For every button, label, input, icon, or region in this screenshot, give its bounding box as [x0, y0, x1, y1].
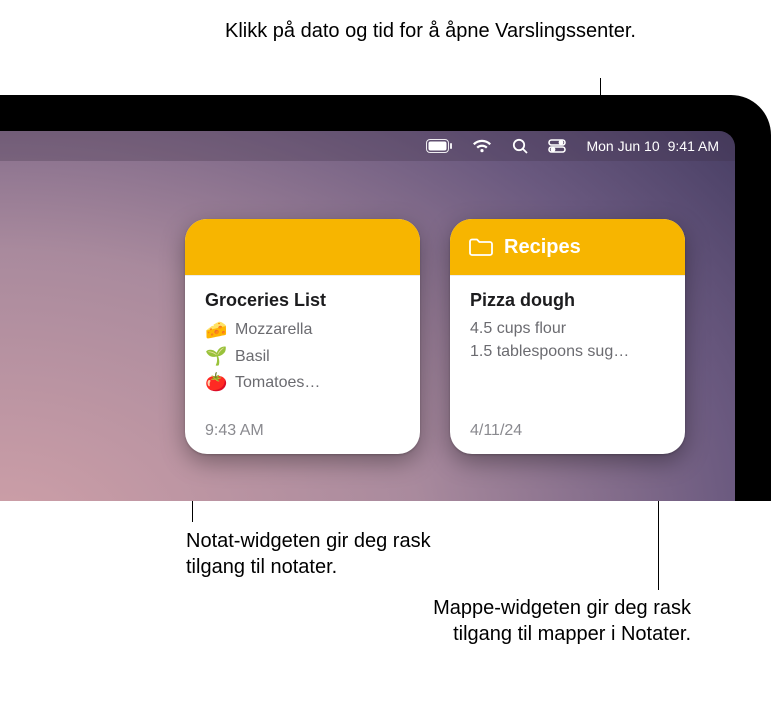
note-item: 🧀 Mozzarella	[205, 317, 400, 343]
callout-clock: Klikk på dato og tid for å åpne Varsling…	[216, 18, 636, 44]
menubar-time: 9:41 AM	[668, 138, 719, 154]
desktop: Mon Jun 10 9:41 AM Groceries List 🧀 Mozz…	[0, 131, 735, 501]
search-icon[interactable]	[512, 138, 528, 154]
note-item: 🌱 Basil	[205, 343, 400, 369]
note-widget-body: Groceries List 🧀 Mozzarella 🌱 Basil 🍅 To…	[185, 275, 420, 454]
callout-note-widget: Notat-widgeten gir deg rask tilgang til …	[186, 528, 486, 580]
folder-note-text: 4.5 cups flour	[470, 317, 566, 340]
note-timestamp: 9:43 AM	[205, 422, 264, 440]
note-item: 🍅 Tomatoes…	[205, 369, 400, 395]
notes-note-widget[interactable]: Groceries List 🧀 Mozzarella 🌱 Basil 🍅 To…	[185, 219, 420, 454]
menu-bar: Mon Jun 10 9:41 AM	[0, 131, 735, 161]
note-widget-header	[185, 219, 420, 275]
callout-folder-widget: Mappe-widgeten gir deg rask tilgang til …	[371, 595, 691, 647]
folder-note-text: 1.5 tablespoons sug…	[470, 340, 629, 363]
desktop-widgets: Groceries List 🧀 Mozzarella 🌱 Basil 🍅 To…	[185, 219, 685, 454]
wifi-icon[interactable]	[472, 139, 492, 153]
folder-note-line: 4.5 cups flour	[470, 317, 665, 340]
folder-note-line: 1.5 tablespoons sug…	[470, 340, 665, 363]
folder-widget-header: Recipes	[450, 219, 685, 275]
folder-name: Recipes	[504, 236, 581, 259]
note-item-text: Basil	[235, 345, 270, 368]
note-item-text: Mozzarella	[235, 318, 312, 341]
note-item-text: Tomatoes…	[235, 371, 320, 394]
tomato-emoji: 🍅	[205, 369, 227, 395]
note-title: Groceries List	[205, 290, 400, 311]
menubar-clock[interactable]: Mon Jun 10 9:41 AM	[586, 138, 719, 154]
notes-folder-widget[interactable]: Recipes Pizza dough 4.5 cups flour 1.5 t…	[450, 219, 685, 454]
folder-widget-body: Pizza dough 4.5 cups flour 1.5 tablespoo…	[450, 275, 685, 454]
herb-emoji: 🌱	[205, 343, 227, 369]
folder-note-title: Pizza dough	[470, 290, 665, 311]
battery-icon[interactable]	[426, 139, 452, 153]
cheese-emoji: 🧀	[205, 317, 227, 343]
device-frame: Mon Jun 10 9:41 AM Groceries List 🧀 Mozz…	[0, 95, 771, 501]
folder-icon	[468, 237, 494, 257]
folder-note-date: 4/11/24	[470, 422, 522, 440]
control-center-icon[interactable]	[548, 139, 566, 153]
menubar-date: Mon Jun 10	[586, 138, 659, 154]
